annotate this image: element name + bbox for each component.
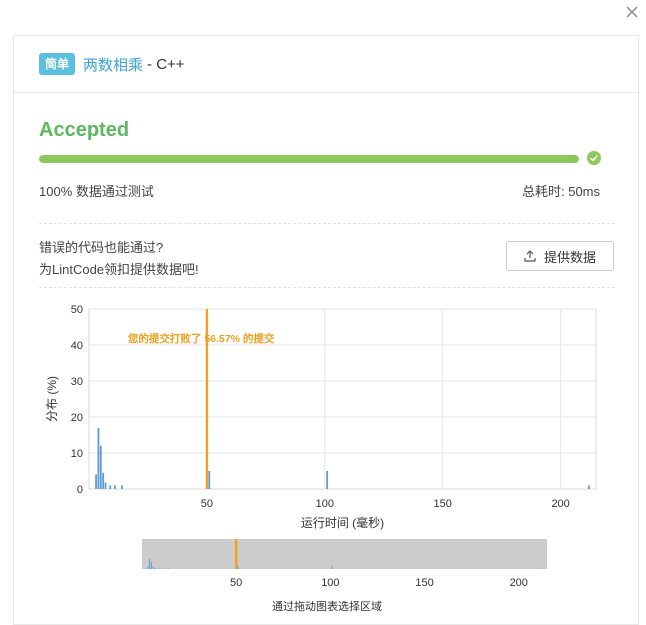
- y-tick-label: 40: [71, 340, 83, 352]
- close-icon: [626, 6, 638, 18]
- y-axis-label: 分布 (%): [45, 376, 59, 422]
- histogram-bar: [114, 485, 116, 489]
- x-tick-label: 100: [316, 498, 334, 510]
- histogram-bar: [99, 445, 102, 489]
- navigator-bar: [162, 568, 164, 569]
- y-tick-label: 50: [71, 304, 83, 316]
- navigator-bar: [158, 568, 160, 569]
- navigator-bar: [540, 568, 542, 569]
- navigator-area: [142, 539, 547, 569]
- navigator-bar: [331, 566, 333, 569]
- navigator-bar: [147, 566, 149, 569]
- y-tick-label: 20: [71, 412, 83, 424]
- x-tick-label: 50: [201, 498, 213, 510]
- histogram-bar: [326, 471, 329, 489]
- histogram-bar: [102, 472, 105, 489]
- navigator-tick-label: 50: [230, 577, 242, 589]
- x-tick-label: 200: [551, 498, 569, 510]
- y-tick-label: 10: [71, 448, 83, 460]
- histogram-bar: [97, 427, 100, 489]
- navigator-marker: [234, 539, 238, 569]
- histogram-bar: [588, 485, 590, 489]
- histogram-bar: [104, 482, 107, 489]
- runtime-distribution-chart[interactable]: 50 100 150 200 0 10 20 30 40 50 运行时间 (毫秒) 分布 (%) 您的提…: [14, 36, 640, 612]
- navigator-bar: [149, 558, 151, 569]
- y-tick-label: 30: [71, 376, 83, 388]
- y-tick-label: 0: [77, 484, 83, 496]
- histogram-bar: [208, 471, 211, 489]
- x-tick-label: 150: [434, 498, 452, 510]
- histogram-bar: [95, 474, 97, 489]
- navigator-bar: [150, 561, 152, 569]
- close-button[interactable]: [624, 4, 644, 24]
- histogram-bar: [109, 485, 112, 489]
- navigator-bar: [167, 568, 169, 569]
- navigator-tick-label: 200: [510, 577, 528, 589]
- submission-result-panel: 简单 两数相乘 - C++ Accepted 100% 数据通过测试 总耗时: …: [13, 35, 639, 625]
- marker-label: 您的提交打败了 56.57% 的提交: [128, 332, 275, 345]
- navigator-tick-label: 100: [321, 577, 339, 589]
- navigator-bar: [237, 566, 239, 569]
- navigator-bar: [154, 567, 156, 569]
- histogram-bar: [121, 485, 123, 489]
- x-axis-label: 运行时间 (毫秒): [301, 515, 384, 530]
- navigator-bar: [152, 566, 154, 569]
- navigator-tick-label: 150: [415, 577, 433, 589]
